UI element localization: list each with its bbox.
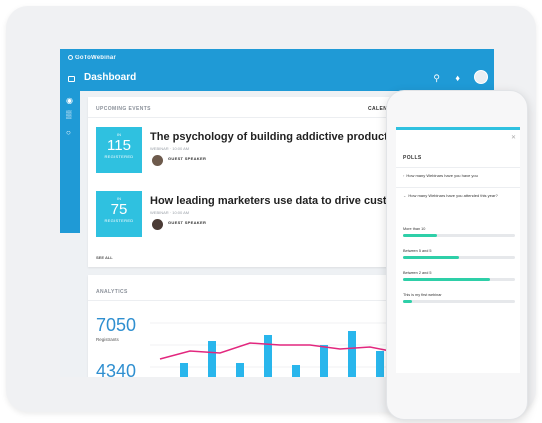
count-prefix: IN (117, 132, 121, 137)
see-all-link[interactable]: SEE ALL (96, 255, 113, 260)
count-prefix: IN (117, 196, 121, 201)
chart-bar (236, 363, 244, 377)
accent-bar (396, 127, 520, 130)
stat-value: 4340 (96, 361, 137, 377)
sidebar: ◉ ▒ ○ (60, 91, 80, 233)
chart-bar (376, 351, 384, 377)
poll-option-label: More than 10 (403, 227, 426, 231)
poll-option-label: Between 5 and 5 (403, 249, 432, 253)
poll-bar-track (403, 300, 515, 303)
registered-count: 115 (107, 137, 131, 154)
stat-label: Registrants (96, 337, 119, 342)
poll-question[interactable]: › How many Webinars have you have you (403, 173, 515, 178)
speaker-avatar (152, 155, 163, 166)
poll-bar-track (403, 234, 515, 237)
close-icon[interactable]: ✕ (511, 134, 516, 141)
poll-question-text: How many Webinars have you attended this… (408, 193, 498, 198)
poll-option: More than 10 (403, 227, 515, 237)
chart-bar (208, 341, 216, 377)
registered-count: 75 (110, 201, 128, 218)
user-avatar[interactable] (474, 70, 488, 84)
menu-icon[interactable] (68, 76, 75, 82)
events-heading: UPCOMING EVENTS (96, 106, 151, 112)
brand-logo: GoToWebinar (68, 55, 116, 61)
registered-label: REGISTERED (104, 154, 134, 159)
bell-icon[interactable]: ♦ (455, 73, 460, 83)
poll-question[interactable]: ⌄ How many Webinars have you attended thi… (403, 193, 515, 198)
poll-option-label: This is my first webinar (403, 293, 442, 297)
chevron-right-icon: › (403, 173, 405, 178)
chart-bar (292, 365, 300, 377)
speaker-role: GUEST SPEAKER (168, 156, 207, 161)
poll-option-label: Between 2 and 5 (403, 271, 432, 275)
sidebar-item-settings-icon[interactable]: ○ (66, 129, 71, 137)
logo-icon (68, 55, 73, 60)
chart-bar (320, 345, 328, 377)
registered-count-tile: IN 115 REGISTERED (96, 127, 142, 173)
analytics-heading: ANALYTICS (96, 289, 128, 295)
speaker-avatar (152, 219, 163, 230)
poll-bar-track (403, 256, 515, 259)
chart-bar (180, 363, 188, 377)
poll-bar-fill (403, 278, 491, 281)
brand-name: GoToWebinar (75, 55, 116, 62)
registered-count-tile: IN 75 REGISTERED (96, 191, 142, 237)
divider (396, 187, 520, 188)
poll-bar-fill (403, 256, 459, 259)
stat-value: 7050 (96, 315, 137, 335)
polls-heading: POLLS (403, 155, 422, 161)
divider (396, 167, 520, 168)
chart-bar (348, 331, 356, 377)
poll-bar-fill (403, 300, 412, 303)
speaker-role: GUEST SPEAKER (168, 220, 207, 225)
poll-bar-track (403, 278, 515, 281)
event-meta: WEBINAR · 10:00 AM (150, 146, 190, 151)
poll-question-text: How many Webinars have you have you (406, 173, 478, 178)
phone-frame: ✕ POLLS › How many Webinars have you have… (386, 90, 528, 420)
top-bar: GoToWebinar Dashboard ⚲ ♦ (60, 49, 494, 91)
page-title: Dashboard (84, 72, 137, 83)
poll-option: Between 5 and 5 (403, 249, 515, 259)
sidebar-item-analytics-icon[interactable]: ▒ (66, 111, 72, 119)
poll-option: This is my first webinar (403, 293, 515, 303)
polls-panel: ✕ POLLS › How many Webinars have you have… (396, 127, 520, 373)
registered-label: REGISTERED (104, 218, 134, 223)
event-title[interactable]: How leading marketers use data to drive … (150, 195, 413, 207)
chevron-down-icon: ⌄ (403, 193, 407, 198)
search-icon[interactable]: ⚲ (433, 73, 440, 83)
sidebar-item-home-icon[interactable]: ◉ (66, 97, 73, 105)
poll-bar-fill (403, 234, 437, 237)
poll-option: Between 2 and 5 (403, 271, 515, 281)
event-meta: WEBINAR · 10:00 AM (150, 210, 190, 215)
event-title[interactable]: The psychology of building addictive pro… (150, 131, 397, 143)
chart-bar (264, 335, 272, 377)
